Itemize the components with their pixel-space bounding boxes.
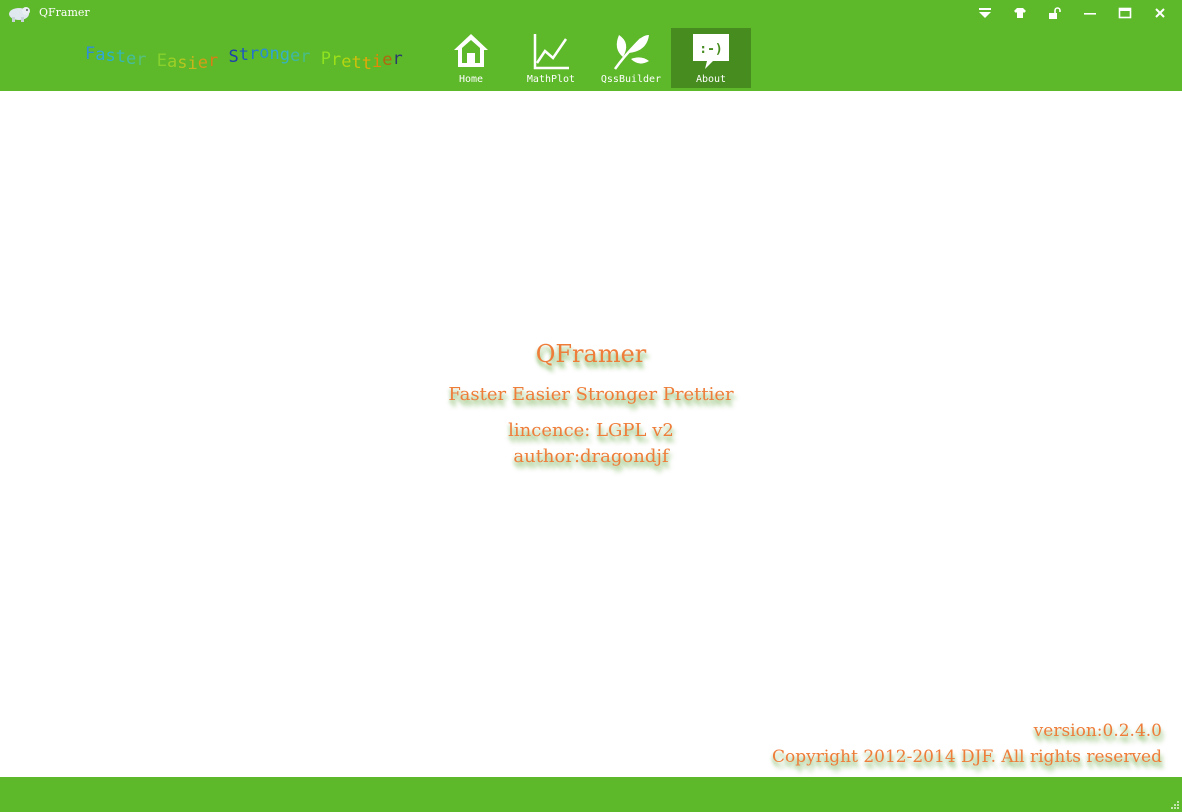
- nav-home-label: Home: [458, 74, 484, 85]
- slogan-letter: i: [187, 54, 198, 74]
- nav-home-button[interactable]: Home: [431, 28, 511, 88]
- nav-about-button[interactable]: :-) About: [671, 28, 751, 88]
- slogan-letter: o: [259, 43, 270, 63]
- nav-mathplot-label: MathPlot: [526, 74, 576, 85]
- copyright-text: Copyright 2012-2014 DJF. All rights rese…: [772, 747, 1162, 767]
- skin-tshirt-icon: [1014, 8, 1026, 18]
- slogan-letter: t: [351, 53, 362, 73]
- slogan-letter: F: [85, 44, 96, 64]
- title-bar: QFramer Faster Easier Stronger Prettier …: [0, 0, 1182, 91]
- nav-qssbuilder-button[interactable]: QssBuilder: [591, 28, 671, 88]
- slogan-letter: t: [238, 45, 249, 65]
- slogan-letter: [218, 49, 228, 69]
- minimize-button[interactable]: [1079, 4, 1101, 22]
- slogan-letter: e: [290, 46, 301, 66]
- slogan-letter: r: [392, 49, 403, 69]
- about-licence: lincence: LGPL v2: [508, 420, 674, 441]
- slogan-letter: s: [177, 53, 188, 73]
- unlock-icon: [1049, 6, 1061, 19]
- slogan-letter: P: [320, 49, 331, 69]
- about-app-name: QFramer: [535, 340, 647, 368]
- slogan-letter: t: [361, 54, 372, 74]
- slogan-letter: a: [95, 45, 106, 65]
- slogan-letter: n: [269, 44, 280, 64]
- dropdown-menu-button[interactable]: [974, 4, 996, 22]
- speech-bubble-smiley-icon: :-): [693, 34, 729, 69]
- slogan-letter: r: [136, 50, 147, 70]
- close-icon: [1155, 8, 1165, 18]
- maximize-icon: [1118, 7, 1132, 19]
- maximize-button[interactable]: [1114, 4, 1136, 22]
- skin-button[interactable]: [1009, 4, 1031, 22]
- slogan-letter: a: [167, 52, 178, 72]
- slogan-letter: r: [249, 44, 260, 64]
- slogan-letter: i: [372, 52, 383, 72]
- slogan-letter: s: [105, 46, 116, 66]
- slogan-letter: e: [197, 53, 208, 73]
- slogan-letter: r: [331, 50, 342, 70]
- close-button[interactable]: [1149, 4, 1171, 22]
- app-logo-icon: [9, 7, 30, 22]
- slogan-letter: S: [228, 47, 239, 67]
- about-tagline: Faster Easier Stronger Prettier: [448, 384, 734, 405]
- slogan-letter: r: [208, 51, 219, 71]
- slogan-wavy-text: Faster Easier Stronger Prettier: [85, 43, 403, 74]
- lock-button[interactable]: [1044, 4, 1066, 22]
- slogan-letter: E: [156, 51, 167, 71]
- dropdown-menu-icon: [979, 8, 991, 18]
- slogan-letter: e: [382, 50, 393, 70]
- version-text: version:0.2.4.0: [1033, 721, 1162, 741]
- slogan-letter: e: [341, 52, 352, 72]
- slogan-letter: [147, 50, 157, 70]
- slogan-letter: t: [115, 47, 126, 67]
- slogan-letter: [311, 48, 321, 68]
- svg-text::-): :-): [699, 42, 722, 57]
- about-author: author:dragondjf: [513, 446, 669, 467]
- leaf-icon: [613, 35, 649, 70]
- home-icon: [454, 34, 488, 67]
- minimize-icon: [1084, 13, 1096, 15]
- slogan-letter: e: [126, 49, 137, 69]
- line-chart-icon: [533, 34, 569, 70]
- nav-qssbuilder-label: QssBuilder: [600, 74, 662, 85]
- slogan-letter: r: [300, 47, 311, 67]
- nav-about-label: About: [695, 74, 727, 85]
- status-bar: [0, 777, 1182, 812]
- nav-mathplot-button[interactable]: MathPlot: [511, 28, 591, 88]
- resize-grip-icon[interactable]: [1170, 800, 1180, 810]
- slogan-letter: g: [279, 45, 290, 65]
- window-title: QFramer: [39, 6, 90, 19]
